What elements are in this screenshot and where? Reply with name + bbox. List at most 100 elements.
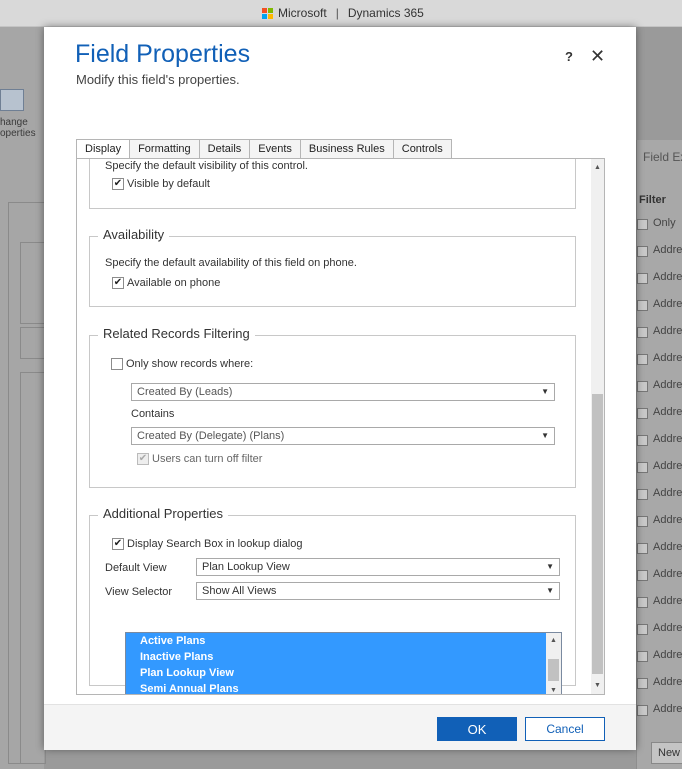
field-checkbox [637, 381, 648, 392]
contains-field-select[interactable]: Created By (Delegate) (Plans) ▼ [131, 427, 555, 445]
field-list-item: Addre [637, 671, 682, 697]
field-list-item-label: Addre [653, 541, 682, 553]
scroll-down-icon[interactable]: ▼ [591, 679, 604, 692]
field-list-item-label: Addre [653, 379, 682, 391]
only-show-records-label: Only show records where: [126, 358, 254, 370]
visibility-description: Specify the default visibility of this c… [105, 160, 308, 172]
field-list-item-label: Addre [653, 514, 682, 526]
ribbon-label-line2: operties [0, 128, 36, 139]
only-filter-row: Only [637, 212, 682, 238]
field-list-item: Addre [637, 509, 682, 535]
dialog-footer: OK Cancel [44, 704, 636, 750]
views-listbox[interactable]: Active Plans Inactive Plans Plan Lookup … [125, 632, 562, 694]
product-name: Dynamics 365 [347, 6, 424, 20]
view-option-active-plans[interactable]: Active Plans [126, 633, 561, 649]
field-list-item-label: Addre [653, 460, 682, 472]
field-checkbox [637, 300, 648, 311]
help-icon[interactable]: ? [565, 49, 573, 64]
available-on-phone-checkbox[interactable]: ✔ Available on phone [112, 277, 220, 289]
view-option-inactive-plans[interactable]: Inactive Plans [126, 649, 561, 665]
field-checkbox [637, 273, 648, 284]
field-list-item: Addre [637, 617, 682, 643]
microsoft-logo-icon [262, 7, 273, 19]
brand-name: Microsoft [278, 6, 327, 20]
related-records-legend: Related Records Filtering [98, 326, 255, 341]
available-on-phone-label: Available on phone [127, 277, 221, 289]
field-checkbox [637, 597, 648, 608]
field-explorer-panel: Field Ex Filter Only Addre Addre Addre Addr… [636, 140, 682, 769]
field-checkbox [637, 462, 648, 473]
chevron-down-icon: ▼ [541, 431, 549, 440]
field-list-item: Addre [637, 320, 682, 346]
users-can-turn-off-filter-checkbox[interactable]: ✔ Users can turn off filter [137, 453, 262, 465]
field-list-item: Addre [637, 293, 682, 319]
ribbon-label: hange operties [0, 117, 36, 139]
visible-by-default-checkbox[interactable]: ✔ Visible by default [112, 178, 210, 190]
tab-business-rules[interactable]: Business Rules [299, 139, 394, 158]
listbox-scrollbar[interactable]: ▲ ▼ [546, 633, 561, 694]
field-checkbox [637, 489, 648, 500]
field-checkbox [637, 570, 648, 581]
only-show-records-checkbox[interactable]: Only show records where: [111, 358, 253, 370]
scroll-thumb[interactable] [592, 394, 603, 674]
field-list-item: Addre [637, 347, 682, 373]
field-checkbox [637, 651, 648, 662]
field-list-item-label: Addre [653, 649, 682, 661]
change-properties-icon [0, 89, 24, 111]
scroll-thumb[interactable] [548, 659, 559, 681]
chevron-down-icon: ▼ [541, 387, 549, 396]
check-icon: ✔ [137, 453, 149, 465]
view-selector-select[interactable]: Show All Views ▼ [196, 582, 560, 600]
view-option-plan-lookup-view[interactable]: Plan Lookup View [126, 665, 561, 681]
related-field-select[interactable]: Created By (Leads) ▼ [131, 383, 555, 401]
related-records-section: Related Records Filtering Only show reco… [89, 326, 576, 488]
field-list-item: Addre [637, 266, 682, 292]
panel-scrollbar[interactable]: ▲ ▼ [591, 159, 604, 694]
tab-formatting[interactable]: Formatting [129, 139, 200, 158]
display-search-box-label: Display Search Box in lookup dialog [127, 538, 303, 550]
field-list-item: Addre [637, 698, 682, 724]
chevron-down-icon: ▼ [546, 586, 554, 595]
cancel-button[interactable]: Cancel [525, 717, 605, 741]
field-list-item: Addre [637, 455, 682, 481]
field-list-item: Addre [637, 401, 682, 427]
field-checkbox [637, 516, 648, 527]
tab-events[interactable]: Events [249, 139, 301, 158]
default-view-value: Plan Lookup View [202, 561, 290, 573]
field-list-item: Addre [637, 239, 682, 265]
filter-label: Filter [639, 194, 666, 206]
view-selector-label: View Selector [105, 586, 173, 598]
default-view-select[interactable]: Plan Lookup View ▼ [196, 558, 560, 576]
field-explorer-header: Field Ex [643, 150, 682, 164]
contains-field-value: Created By (Delegate) (Plans) [137, 430, 285, 442]
ok-button[interactable]: OK [437, 717, 517, 741]
check-icon: ✔ [112, 178, 124, 190]
scroll-up-icon[interactable]: ▲ [591, 161, 604, 174]
field-list-item: Addre [637, 644, 682, 670]
field-list-item: Addre [637, 482, 682, 508]
background-form-editor: hange operties [0, 27, 46, 769]
additional-properties-legend: Additional Properties [98, 506, 228, 521]
scroll-down-icon[interactable]: ▼ [546, 684, 561, 694]
field-properties-dialog: Field Properties Modify this field's pro… [44, 27, 636, 750]
display-search-box-checkbox[interactable]: ✔ Display Search Box in lookup dialog [112, 538, 303, 550]
field-list-item: Addre [637, 536, 682, 562]
view-selector-value: Show All Views [202, 585, 277, 597]
field-list-item-label: Addre [653, 487, 682, 499]
field-checkbox [637, 327, 648, 338]
close-icon[interactable]: ✕ [590, 46, 605, 67]
field-checkbox [637, 678, 648, 689]
ribbon-label-line1: hange [0, 117, 28, 128]
tab-controls[interactable]: Controls [392, 139, 452, 158]
tab-details[interactable]: Details [198, 139, 251, 158]
field-list-item: Addre [637, 374, 682, 400]
view-option-semi-annual-plans[interactable]: Semi Annual Plans [126, 681, 561, 694]
tab-display[interactable]: Display [76, 139, 131, 160]
field-list-item-label: Addre [653, 298, 682, 310]
field-list-item-label: Addre [653, 595, 682, 607]
chevron-down-icon: ▼ [546, 562, 554, 571]
availability-description: Specify the default availability of this… [105, 257, 357, 269]
field-list-item-label: Addre [653, 433, 682, 445]
field-list-item-label: Addre [653, 244, 682, 256]
scroll-up-icon[interactable]: ▲ [546, 634, 561, 648]
